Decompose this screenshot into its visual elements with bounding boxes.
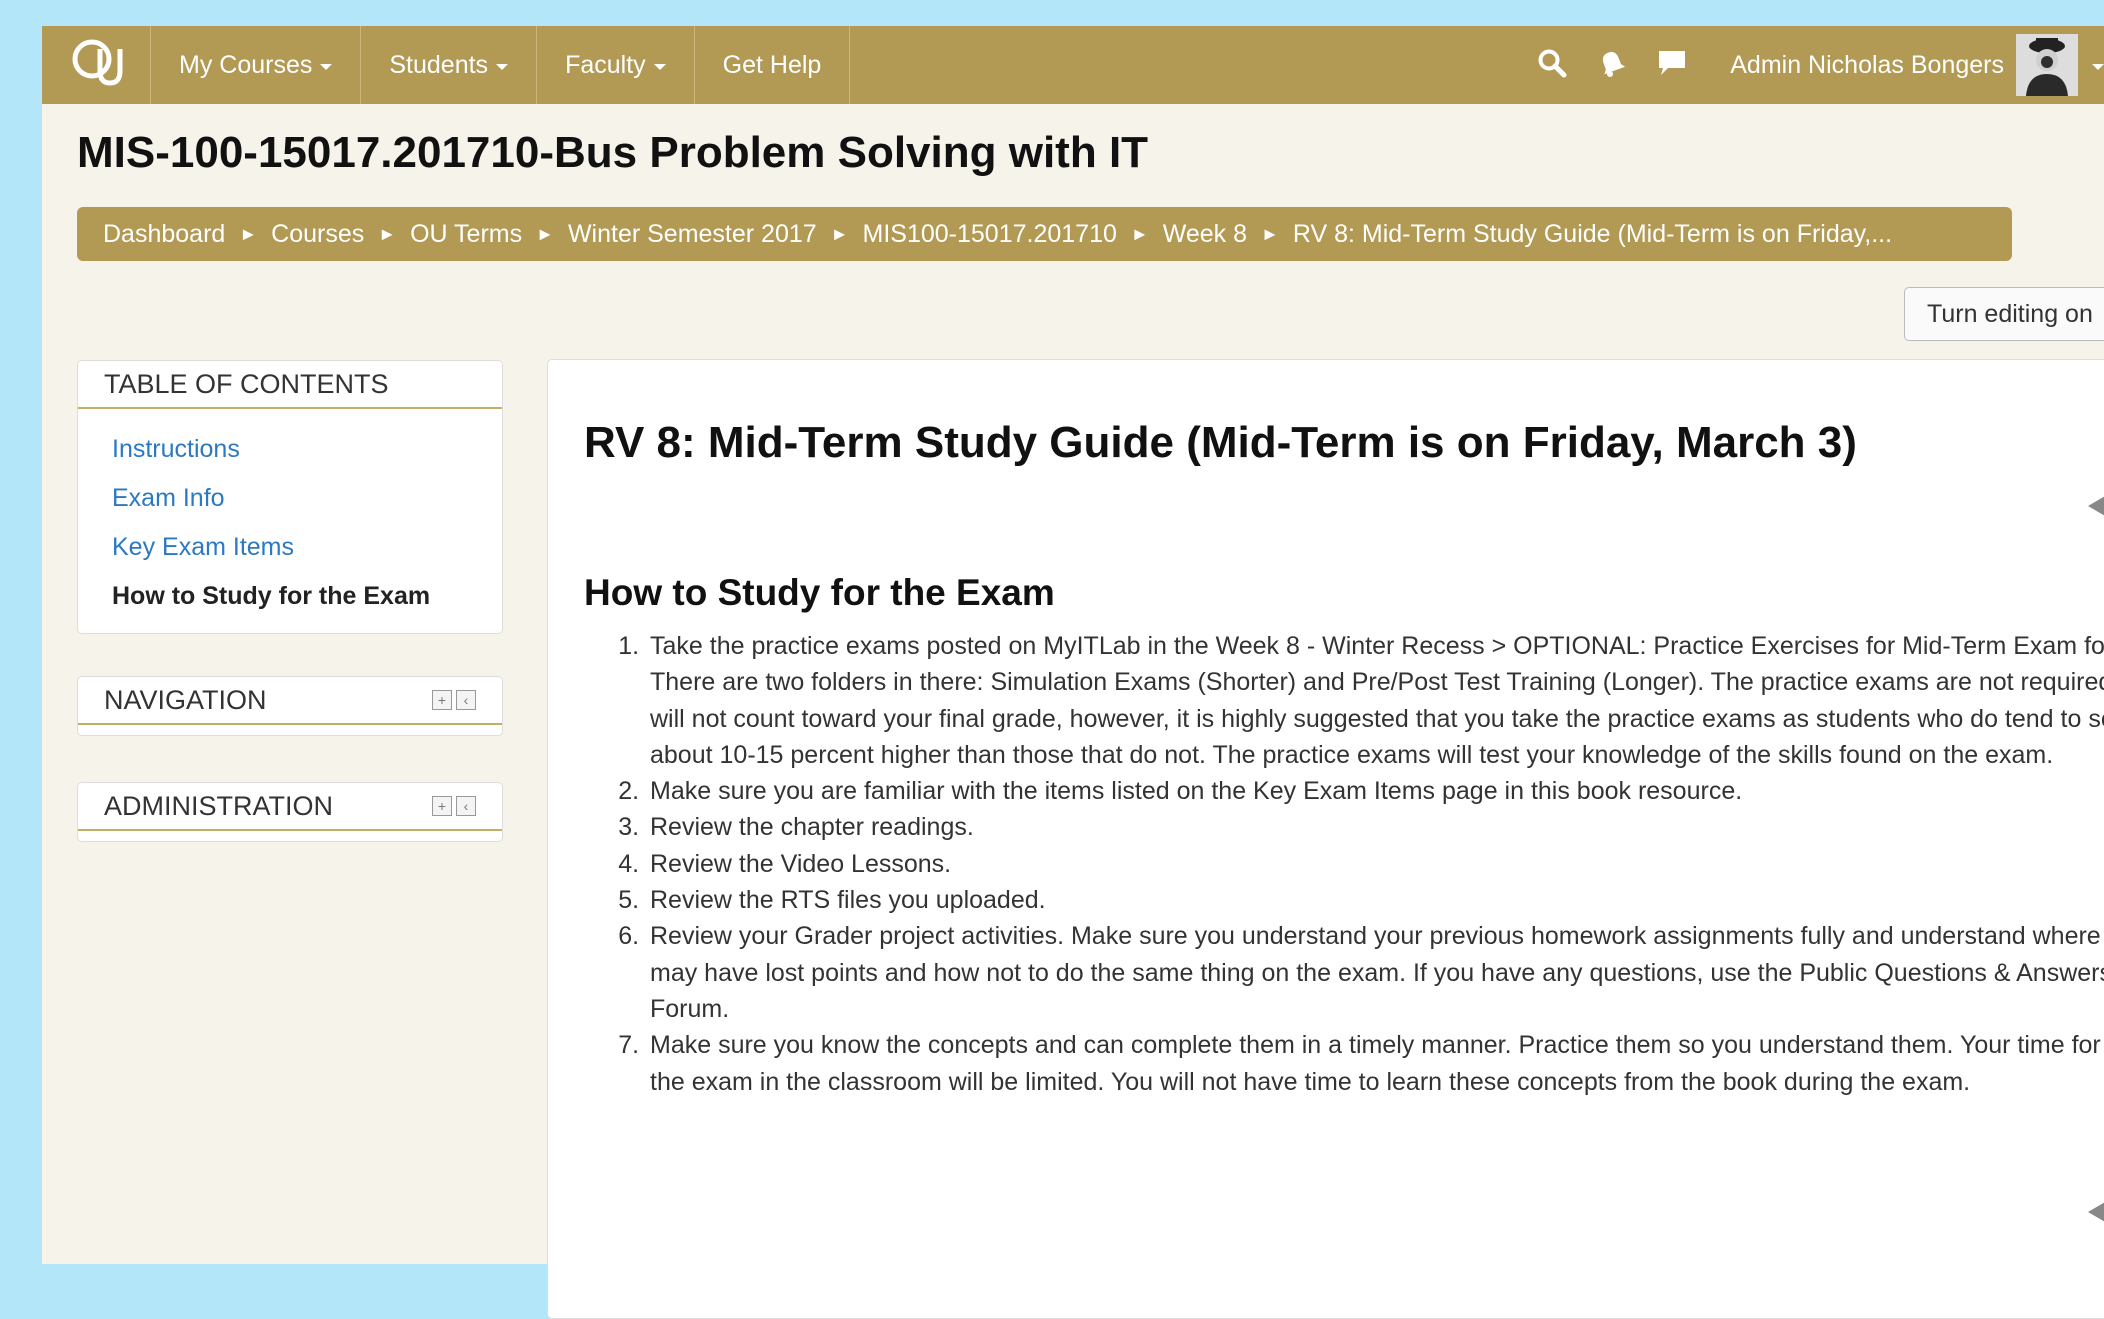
turn-editing-on-button[interactable]: Turn editing on xyxy=(1904,287,2104,341)
list-item: Make sure you are familiar with the item… xyxy=(646,773,2104,809)
nav-my-courses[interactable]: My Courses xyxy=(151,26,362,104)
breadcrumb-current-page[interactable]: RV 8: Mid-Term Study Guide (Mid-Term is … xyxy=(1293,220,1892,249)
page-navigation-top xyxy=(2088,492,2104,520)
toc-item-how-to-study: How to Study for the Exam xyxy=(112,572,502,621)
toc-list: Instructions Exam Info Key Exam Items Ho… xyxy=(78,409,502,633)
nav-faculty[interactable]: Faculty xyxy=(537,26,695,104)
user-name[interactable]: Admin Nicholas Bongers xyxy=(1730,51,2004,80)
breadcrumb-separator-icon: ► xyxy=(1130,223,1149,244)
breadcrumb-separator-icon: ► xyxy=(830,223,849,244)
list-item: Make sure you know the concepts and can … xyxy=(646,1027,2104,1100)
breadcrumb: Dashboard ► Courses ► OU Terms ► Winter … xyxy=(77,207,2012,261)
chevron-down-icon xyxy=(320,63,333,70)
previous-page-icon[interactable] xyxy=(2088,492,2104,520)
list-item: Take the practice exams posted on MyITLa… xyxy=(646,628,2104,773)
toc-item-key-exam-items[interactable]: Key Exam Items xyxy=(112,523,502,572)
nav-students-label: Students xyxy=(389,50,489,79)
nav-get-help[interactable]: Get Help xyxy=(695,26,851,104)
messages-button[interactable] xyxy=(1642,26,1702,104)
course-title: MIS-100-15017.201710-Bus Problem Solving… xyxy=(77,128,1149,177)
page-navigation-bottom xyxy=(2088,1198,2104,1226)
breadcrumb-winter-semester[interactable]: Winter Semester 2017 xyxy=(568,220,817,249)
chevron-down-icon xyxy=(496,63,509,70)
section-title: How to Study for the Exam xyxy=(584,572,1055,613)
block-controls: + ‹ xyxy=(432,796,476,816)
page: My Courses Students Faculty Get Help Adm… xyxy=(42,26,2104,1319)
search-button[interactable] xyxy=(1522,26,1582,104)
ou-logo-icon xyxy=(68,35,124,96)
dock-icon[interactable]: ‹ xyxy=(456,796,476,816)
nav-my-courses-label: My Courses xyxy=(179,50,313,79)
administration-block: ADMINISTRATION + ‹ xyxy=(77,782,503,842)
breadcrumb-separator-icon: ► xyxy=(239,223,258,244)
toc-item-label[interactable]: Exam Info xyxy=(112,484,225,512)
toc-item-instructions[interactable]: Instructions xyxy=(112,425,502,474)
avatar[interactable] xyxy=(2016,34,2078,96)
navigation-block-header: NAVIGATION + ‹ xyxy=(78,677,502,725)
chevron-down-icon[interactable] xyxy=(2092,63,2104,70)
search-icon xyxy=(1537,48,1567,83)
breadcrumb-separator-icon: ► xyxy=(378,223,397,244)
nav-get-help-label: Get Help xyxy=(722,50,822,79)
nav-faculty-label: Faculty xyxy=(565,50,646,79)
top-navbar: My Courses Students Faculty Get Help Adm… xyxy=(42,26,2104,104)
block-controls: + ‹ xyxy=(432,690,476,710)
navigation-block-title: NAVIGATION xyxy=(104,684,267,715)
navigation-block: NAVIGATION + ‹ xyxy=(77,676,503,736)
breadcrumb-dashboard[interactable]: Dashboard xyxy=(103,220,225,249)
home-logo[interactable] xyxy=(42,26,151,104)
list-item: Review the Video Lessons. xyxy=(646,846,2104,882)
breadcrumb-separator-icon: ► xyxy=(536,223,554,244)
toc-item-label[interactable]: Key Exam Items xyxy=(112,533,294,561)
chevron-down-icon xyxy=(653,63,666,70)
administration-block-title: ADMINISTRATION xyxy=(104,790,333,821)
toc-block-title: TABLE OF CONTENTS xyxy=(104,368,389,399)
navbar-right: Admin Nicholas Bongers xyxy=(1522,26,2104,104)
toc-item-exam-info[interactable]: Exam Info xyxy=(112,474,502,523)
list-item: Review the chapter readings. xyxy=(646,809,2104,845)
toc-block: TABLE OF CONTENTS Instructions Exam Info… xyxy=(77,360,503,634)
breadcrumb-separator-icon: ► xyxy=(1261,223,1279,244)
notifications-button[interactable] xyxy=(1582,26,1642,104)
dock-icon[interactable]: ‹ xyxy=(456,690,476,710)
expand-icon[interactable]: + xyxy=(432,796,452,816)
breadcrumb-week-8[interactable]: Week 8 xyxy=(1163,220,1247,249)
list-item: Review the RTS files you uploaded. xyxy=(646,882,2104,918)
nav-students[interactable]: Students xyxy=(361,26,538,104)
administration-block-header: ADMINISTRATION + ‹ xyxy=(78,783,502,831)
toc-item-label: How to Study for the Exam xyxy=(112,582,431,610)
chat-icon xyxy=(1656,48,1688,83)
breadcrumb-courses[interactable]: Courses xyxy=(271,220,364,249)
expand-icon[interactable]: + xyxy=(432,690,452,710)
bell-icon xyxy=(1597,48,1627,83)
list-item: Review your Grader project activities. M… xyxy=(646,918,2104,1027)
toc-item-label[interactable]: Instructions xyxy=(112,435,240,463)
previous-page-icon[interactable] xyxy=(2088,1198,2104,1226)
main-content: RV 8: Mid-Term Study Guide (Mid-Term is … xyxy=(547,359,2104,1319)
toc-block-header: TABLE OF CONTENTS xyxy=(78,361,502,409)
breadcrumb-course-code[interactable]: MIS100-15017.201710 xyxy=(863,220,1117,249)
study-steps-list: Take the practice exams posted on MyITLa… xyxy=(584,628,2104,1100)
page-title: RV 8: Mid-Term Study Guide (Mid-Term is … xyxy=(584,418,1857,467)
breadcrumb-ou-terms[interactable]: OU Terms xyxy=(410,220,522,249)
